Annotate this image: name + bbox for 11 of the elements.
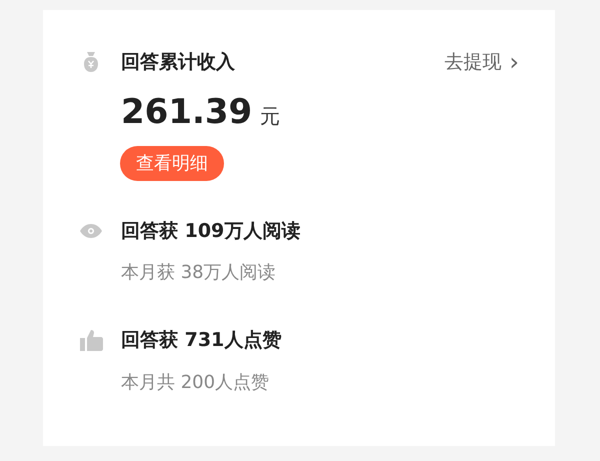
thumbs-up-icon	[79, 328, 103, 352]
income-title: 回答累计收入	[121, 50, 235, 75]
eye-icon	[79, 222, 103, 239]
details-button[interactable]: 查看明细	[120, 146, 224, 180]
stat-subtitle: 本月共 200人点赞	[121, 372, 270, 392]
stat-title: 回答获 731人点赞	[121, 328, 282, 353]
stat-subtitle: 本月获 38万人阅读	[121, 262, 276, 283]
currency-unit: 元	[260, 102, 280, 130]
withdraw-link[interactable]: 去提现 ›	[444, 48, 519, 76]
income-amount: 261.39	[121, 90, 252, 134]
stat-title: 回答获 109万人阅读	[121, 218, 300, 244]
